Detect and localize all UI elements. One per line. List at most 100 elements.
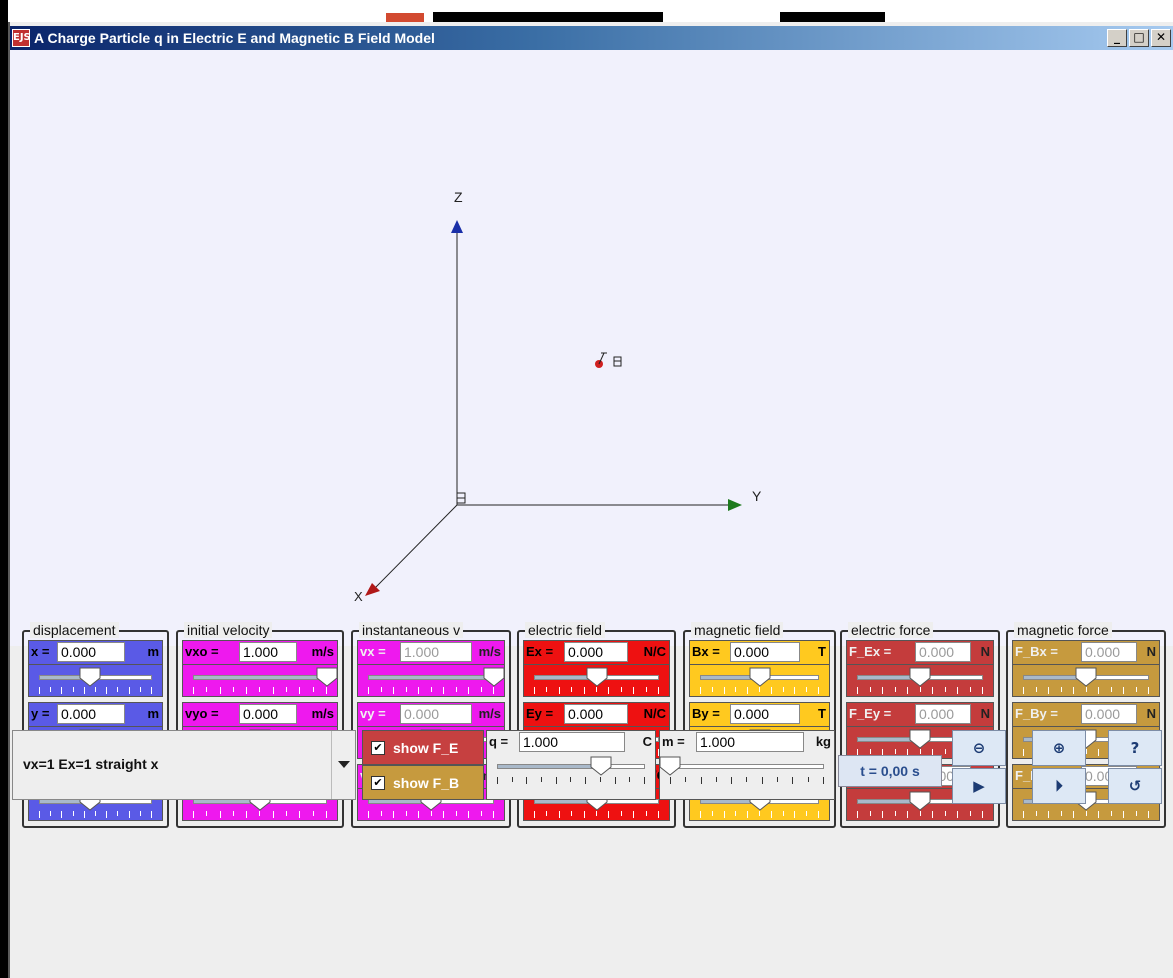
play-icon: ▶ xyxy=(973,777,985,795)
field-unit: m/s xyxy=(311,706,334,721)
field-input[interactable]: 1.000 xyxy=(239,642,297,662)
field-unit: N xyxy=(980,644,990,659)
field-label: Bx = xyxy=(692,644,720,659)
field-slider-track[interactable] xyxy=(368,675,494,680)
field-slider-ticks xyxy=(857,687,983,694)
field-input: 1.000 xyxy=(400,642,472,662)
field-slider-thumb[interactable] xyxy=(749,667,771,687)
mass-slider[interactable] xyxy=(659,754,834,787)
field-input: 0.000 xyxy=(915,704,971,724)
play-button[interactable]: ▶ xyxy=(952,768,1006,804)
field-unit: m/s xyxy=(478,706,501,721)
desktop-left-edge xyxy=(0,0,8,978)
preset-dropdown[interactable]: vx=1 Ex=1 straight x xyxy=(12,730,356,800)
panel-title: initial velocity xyxy=(184,622,273,638)
window-title: A Charge Particle q in Electric E and Ma… xyxy=(34,30,435,46)
panel-title: instantaneous v xyxy=(359,622,464,638)
panel-title: magnetic force xyxy=(1014,622,1112,638)
field-slider-thumb[interactable] xyxy=(1075,667,1097,687)
field-slider[interactable] xyxy=(358,664,505,697)
z-axis-arrowhead xyxy=(451,220,463,233)
step-icon: ⏵ xyxy=(1055,777,1063,795)
charge-input[interactable]: 1.000 xyxy=(519,732,625,752)
field-label: vx = xyxy=(360,644,386,659)
field-input[interactable]: 0.000 xyxy=(730,704,800,724)
step-button[interactable]: ⏵ xyxy=(1032,768,1086,804)
help-button[interactable]: ? xyxy=(1108,730,1162,766)
field-input[interactable]: 0.000 xyxy=(57,642,125,662)
dropdown-arrow-icon[interactable] xyxy=(331,731,355,799)
field-input: 0.000 xyxy=(915,642,971,662)
field-unit: N xyxy=(980,706,990,721)
field-slider[interactable] xyxy=(524,664,669,697)
field-input[interactable]: 0.000 xyxy=(564,704,628,724)
charge-label: q = xyxy=(489,734,509,749)
show-fb-label: show F_B xyxy=(393,775,460,791)
checkbox-check-icon: ✔ xyxy=(371,741,385,755)
charge-slider-track[interactable] xyxy=(497,764,645,769)
charge-control: q = 1.000 C xyxy=(486,730,656,800)
charge-slider-thumb[interactable] xyxy=(590,756,612,776)
mass-input[interactable]: 1.000 xyxy=(696,732,804,752)
checkbox-check-icon: ✔ xyxy=(371,776,385,790)
field-slider[interactable] xyxy=(847,664,993,697)
field-unit: T xyxy=(818,644,826,659)
field-slider-track[interactable] xyxy=(193,675,327,680)
field-label: x = xyxy=(31,644,50,659)
field-slider[interactable] xyxy=(1013,664,1159,697)
field-input[interactable]: 0.000 xyxy=(564,642,628,662)
field-slider-thumb[interactable] xyxy=(79,667,101,687)
field-input[interactable]: 0.000 xyxy=(730,642,800,662)
mass-slider-track[interactable] xyxy=(670,764,824,769)
mass-slider-thumb[interactable] xyxy=(659,756,681,776)
field-unit: T xyxy=(818,706,826,721)
zoom-in-button[interactable]: ⊕ xyxy=(1032,730,1086,766)
field-slider-ticks xyxy=(1023,687,1149,694)
zoom-out-button[interactable]: ⊖ xyxy=(952,730,1006,766)
field-label: By = xyxy=(692,706,720,721)
field-slider-thumb[interactable] xyxy=(483,667,505,687)
app-window: EJS A Charge Particle q in Electric E an… xyxy=(8,22,1173,978)
field-block: vxo = 1.000 m/s xyxy=(182,640,338,697)
close-button[interactable]: ✕ xyxy=(1151,29,1171,47)
background-top-strip xyxy=(8,0,1173,22)
field-slider-fill xyxy=(369,676,493,679)
charge-slider-fill xyxy=(498,765,601,768)
field-input: 0.000 xyxy=(1081,704,1137,724)
field-slider[interactable] xyxy=(29,664,162,697)
charge-unit: C xyxy=(642,734,652,749)
show-fb-checkbox[interactable]: ✔ show F_B xyxy=(362,765,484,800)
field-unit: m xyxy=(147,644,159,659)
field-block: Bx = 0.000 T xyxy=(689,640,830,697)
zoom-in-icon: ⊕ xyxy=(1052,739,1066,757)
field-slider[interactable] xyxy=(690,664,829,697)
time-display: t = 0,00 s xyxy=(838,755,942,787)
field-block: vx = 1.000 m/s xyxy=(357,640,505,697)
field-input[interactable]: 0.000 xyxy=(57,704,125,724)
z-axis-label: Z xyxy=(454,189,463,205)
field-label: vy = xyxy=(360,706,386,721)
field-slider-thumb[interactable] xyxy=(909,667,931,687)
help-icon: ? xyxy=(1130,739,1140,757)
field-slider-thumb[interactable] xyxy=(586,667,608,687)
3d-view-canvas[interactable]: Z Y X xyxy=(10,50,1173,646)
maximize-button[interactable]: □ xyxy=(1129,29,1149,47)
charge-slider[interactable] xyxy=(487,754,655,787)
field-slider-ticks xyxy=(700,687,819,694)
minimize-button[interactable]: _ xyxy=(1107,29,1127,47)
field-slider-thumb[interactable] xyxy=(316,667,338,687)
field-slider[interactable] xyxy=(183,664,338,697)
field-unit: N xyxy=(1146,644,1156,659)
show-fe-checkbox[interactable]: ✔ show F_E xyxy=(362,730,484,765)
reset-icon: ↺ xyxy=(1128,777,1142,795)
background-tab-black xyxy=(780,12,885,22)
field-slider-ticks xyxy=(368,687,494,694)
mass-unit: kg xyxy=(815,734,831,749)
field-input[interactable]: 0.000 xyxy=(239,704,297,724)
field-unit: N/C xyxy=(643,644,666,659)
preset-selected-value: vx=1 Ex=1 straight x xyxy=(23,756,159,772)
charge-slider-ticks xyxy=(497,777,645,784)
window-titlebar[interactable]: EJS A Charge Particle q in Electric E an… xyxy=(10,26,1173,50)
mass-slider-ticks xyxy=(670,777,824,784)
reset-button[interactable]: ↺ xyxy=(1108,768,1162,804)
